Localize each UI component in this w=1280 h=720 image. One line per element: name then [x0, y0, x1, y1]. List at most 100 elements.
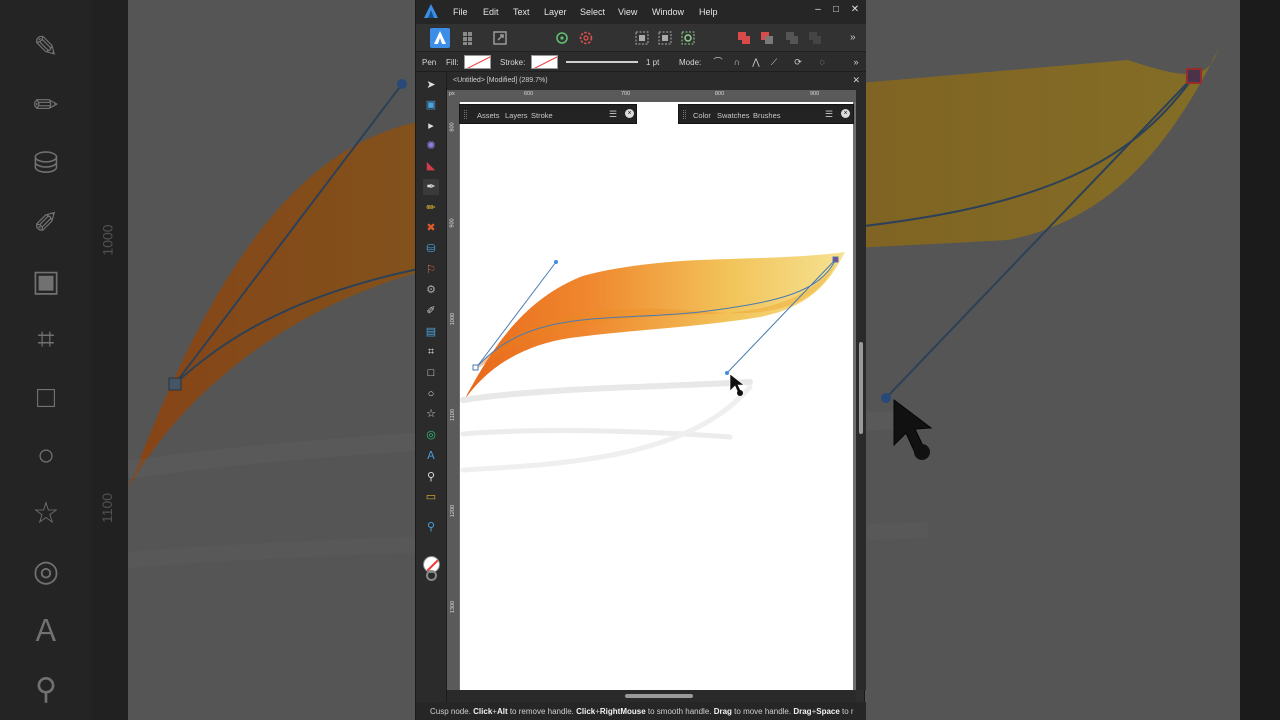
artboard-tool-icon[interactable]: ▣: [423, 97, 439, 113]
panel-grip-icon[interactable]: [464, 110, 467, 119]
menu-text[interactable]: Text: [513, 7, 530, 17]
stroke-color-well[interactable]: [426, 570, 437, 581]
fill-swatch[interactable]: [464, 55, 491, 69]
minimize-button[interactable]: –: [810, 4, 826, 15]
canvas-area[interactable]: [459, 102, 856, 690]
align-icon: [658, 31, 672, 45]
boolean-subtract-button[interactable]: [757, 28, 777, 48]
menu-file[interactable]: File: [453, 7, 468, 17]
ellipse-tool-icon[interactable]: ○: [423, 386, 439, 402]
vertical-ruler: 800 900 1000 1100 1200 1300: [447, 102, 459, 690]
transparency-tool-icon[interactable]: ⚙: [423, 282, 439, 298]
export-persona-button[interactable]: [490, 28, 510, 48]
polygon-mode-icon[interactable]: ⋀: [750, 56, 762, 68]
selected-node[interactable]: [832, 256, 839, 263]
panel-close-icon[interactable]: ×: [625, 109, 634, 118]
toolbar-overflow-icon[interactable]: »: [850, 28, 870, 48]
pencil-tool-icon[interactable]: ✏: [423, 200, 439, 216]
fill-tool-icon[interactable]: ⛁: [423, 241, 439, 257]
leaf-shape[interactable]: [463, 252, 845, 402]
color-picker-tool-icon[interactable]: ⚲: [423, 469, 439, 485]
control-handle[interactable]: [725, 371, 729, 375]
horizontal-ruler: px 600 700 800 900: [447, 90, 856, 102]
panel-grip-icon[interactable]: [683, 110, 686, 119]
node-tool-icon[interactable]: ▸: [423, 118, 439, 134]
place-image-tool-icon[interactable]: ▤: [423, 324, 439, 340]
shape-tool-icon[interactable]: ◎: [423, 427, 439, 443]
ruler-tick-label: 1200: [450, 504, 457, 518]
lasso-icon[interactable]: ◌: [816, 56, 828, 68]
horizontal-scrollbar[interactable]: [447, 690, 856, 702]
geometry-button[interactable]: [576, 28, 596, 48]
designer-persona-button[interactable]: [430, 28, 450, 48]
status-hint: Cusp node. Click+Alt to remove handle. C…: [430, 707, 854, 716]
mode-label: Mode:: [679, 58, 702, 67]
designer-persona-icon: [434, 31, 446, 44]
pen-mode-icon[interactable]: ⌒: [712, 56, 724, 68]
menu-layer[interactable]: Layer: [544, 7, 567, 17]
document-tab[interactable]: <Untitled> [Modified] (289.7%) ✕: [447, 72, 866, 90]
spray-tool-icon[interactable]: ✐: [423, 303, 439, 319]
smart-mode-icon[interactable]: ∩: [731, 56, 743, 68]
ruler-tool-icon[interactable]: ▭: [423, 489, 439, 505]
point-transform-tool-icon[interactable]: ✺: [423, 138, 439, 154]
control-handle[interactable]: [554, 260, 558, 264]
document-close-icon[interactable]: ✕: [852, 75, 860, 86]
gear-icon: [579, 31, 593, 45]
zoom-tool-icon[interactable]: ⚲: [423, 519, 439, 535]
menu-view[interactable]: View: [618, 7, 637, 17]
boolean-divide-button[interactable]: [805, 28, 825, 48]
paint-brush-tool-icon[interactable]: ⚐: [423, 262, 439, 278]
context-overflow-icon[interactable]: »: [850, 56, 862, 68]
artboard-page[interactable]: [460, 102, 853, 690]
move-tool-icon[interactable]: ➤: [423, 77, 439, 93]
panel-close-icon[interactable]: ×: [841, 109, 850, 118]
align-button-2[interactable]: [655, 28, 675, 48]
boolean-intersect-icon: [786, 32, 798, 44]
star-tool-icon[interactable]: ☆: [423, 406, 439, 422]
pixel-persona-button[interactable]: [459, 28, 479, 48]
align-button-3[interactable]: [678, 28, 698, 48]
maximize-button[interactable]: □: [828, 4, 844, 15]
vertical-scrollbar[interactable]: [856, 90, 866, 690]
path-node[interactable]: [472, 364, 479, 371]
scroll-thumb[interactable]: [859, 342, 863, 434]
menu-help[interactable]: Help: [699, 7, 718, 17]
panel-tab-stroke[interactable]: Stroke: [531, 111, 553, 120]
stroke-width-value[interactable]: 1 pt: [646, 58, 659, 67]
transform-mode-icon[interactable]: ⟳: [792, 56, 804, 68]
ruler-tick-label: 600: [524, 91, 534, 97]
scroll-thumb[interactable]: [625, 694, 693, 698]
cursor-node-indicator: [737, 390, 743, 396]
panel-menu-icon[interactable]: ☰: [609, 109, 617, 120]
menu-edit[interactable]: Edit: [483, 7, 499, 17]
studio-panel-left: Assets Layers Stroke ☰ ×: [459, 104, 637, 124]
pen-tool-icon[interactable]: ✒: [423, 179, 439, 195]
fill-label: Fill:: [446, 58, 459, 67]
panel-tab-color[interactable]: Color: [693, 111, 711, 120]
panel-tab-assets[interactable]: Assets: [477, 111, 500, 120]
line-mode-icon[interactable]: ⟋: [768, 56, 780, 68]
close-window-button[interactable]: ✕: [847, 4, 863, 15]
stroke-style-preview[interactable]: [566, 61, 638, 63]
panel-tab-swatches[interactable]: Swatches: [717, 111, 750, 120]
boolean-intersect-button[interactable]: [782, 28, 802, 48]
faint-stroke: [460, 379, 753, 403]
artwork[interactable]: [460, 102, 853, 690]
boolean-subtract-icon: [761, 32, 773, 44]
vector-brush-tool-icon[interactable]: ✖: [423, 220, 439, 236]
snapping-button[interactable]: [552, 28, 572, 48]
crop-tool-icon[interactable]: ⌗: [423, 344, 439, 360]
main-toolbar: »: [416, 24, 866, 52]
align-button-1[interactable]: [632, 28, 652, 48]
rectangle-tool-icon[interactable]: □: [423, 365, 439, 381]
corner-tool-icon[interactable]: ◣: [423, 158, 439, 174]
panel-menu-icon[interactable]: ☰: [825, 109, 833, 120]
boolean-add-button[interactable]: [734, 28, 754, 48]
menu-select[interactable]: Select: [580, 7, 605, 17]
text-tool-icon[interactable]: Ａ: [423, 448, 439, 464]
panel-tab-brushes[interactable]: Brushes: [753, 111, 781, 120]
stroke-swatch[interactable]: [531, 55, 558, 69]
panel-tab-layers[interactable]: Layers: [505, 111, 528, 120]
menu-window[interactable]: Window: [652, 7, 684, 17]
